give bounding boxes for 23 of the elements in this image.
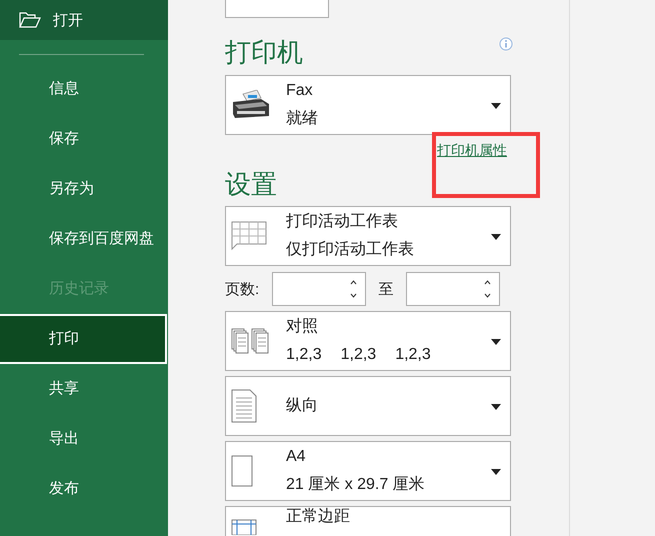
paper-dropdown[interactable]: A4 21 厘米 x 29.7 厘米 [225,441,511,501]
portrait-dropdown[interactable]: 纵向 [225,376,511,436]
sidebar-item[interactable]: 共享 [0,364,167,414]
sidebar-item[interactable]: 保存到百度网盘 [0,214,167,264]
sidebar-item[interactable]: 另存为 [0,164,167,214]
open-menu-item[interactable]: 打开 [0,0,168,40]
printer-properties-link[interactable]: 打印机属性 [437,142,507,160]
settings-heading: 设置 [225,168,278,201]
print-scope-dropdown[interactable]: 打印活动工作表 仅打印活动工作表 [225,206,511,266]
sidebar-item[interactable]: 保存 [0,114,167,164]
collate-order-text: 1,2,3 [286,345,322,365]
sidebar-item[interactable]: 信息 [0,64,167,114]
sidebar-item[interactable]: 打印 [0,314,167,364]
collate-order-text: 1,2,3 [395,345,431,365]
sidebar-item[interactable]: 发布 [0,464,167,514]
printer-heading: 打印机 [225,36,303,69]
margins-dropdown[interactable]: 正常边距 [225,506,511,536]
printer-dropdown[interactable]: Fax 就绪 [225,75,511,135]
pages-label: 页数: [225,280,260,298]
sidebar-item[interactable]: 导出 [0,414,167,464]
to-label: 至 [378,280,394,298]
collate-dropdown[interactable]: 对照 1,2,3 1,2,3 1,2,3 [225,311,511,371]
collate-order-text: 1,2,3 [340,345,376,365]
